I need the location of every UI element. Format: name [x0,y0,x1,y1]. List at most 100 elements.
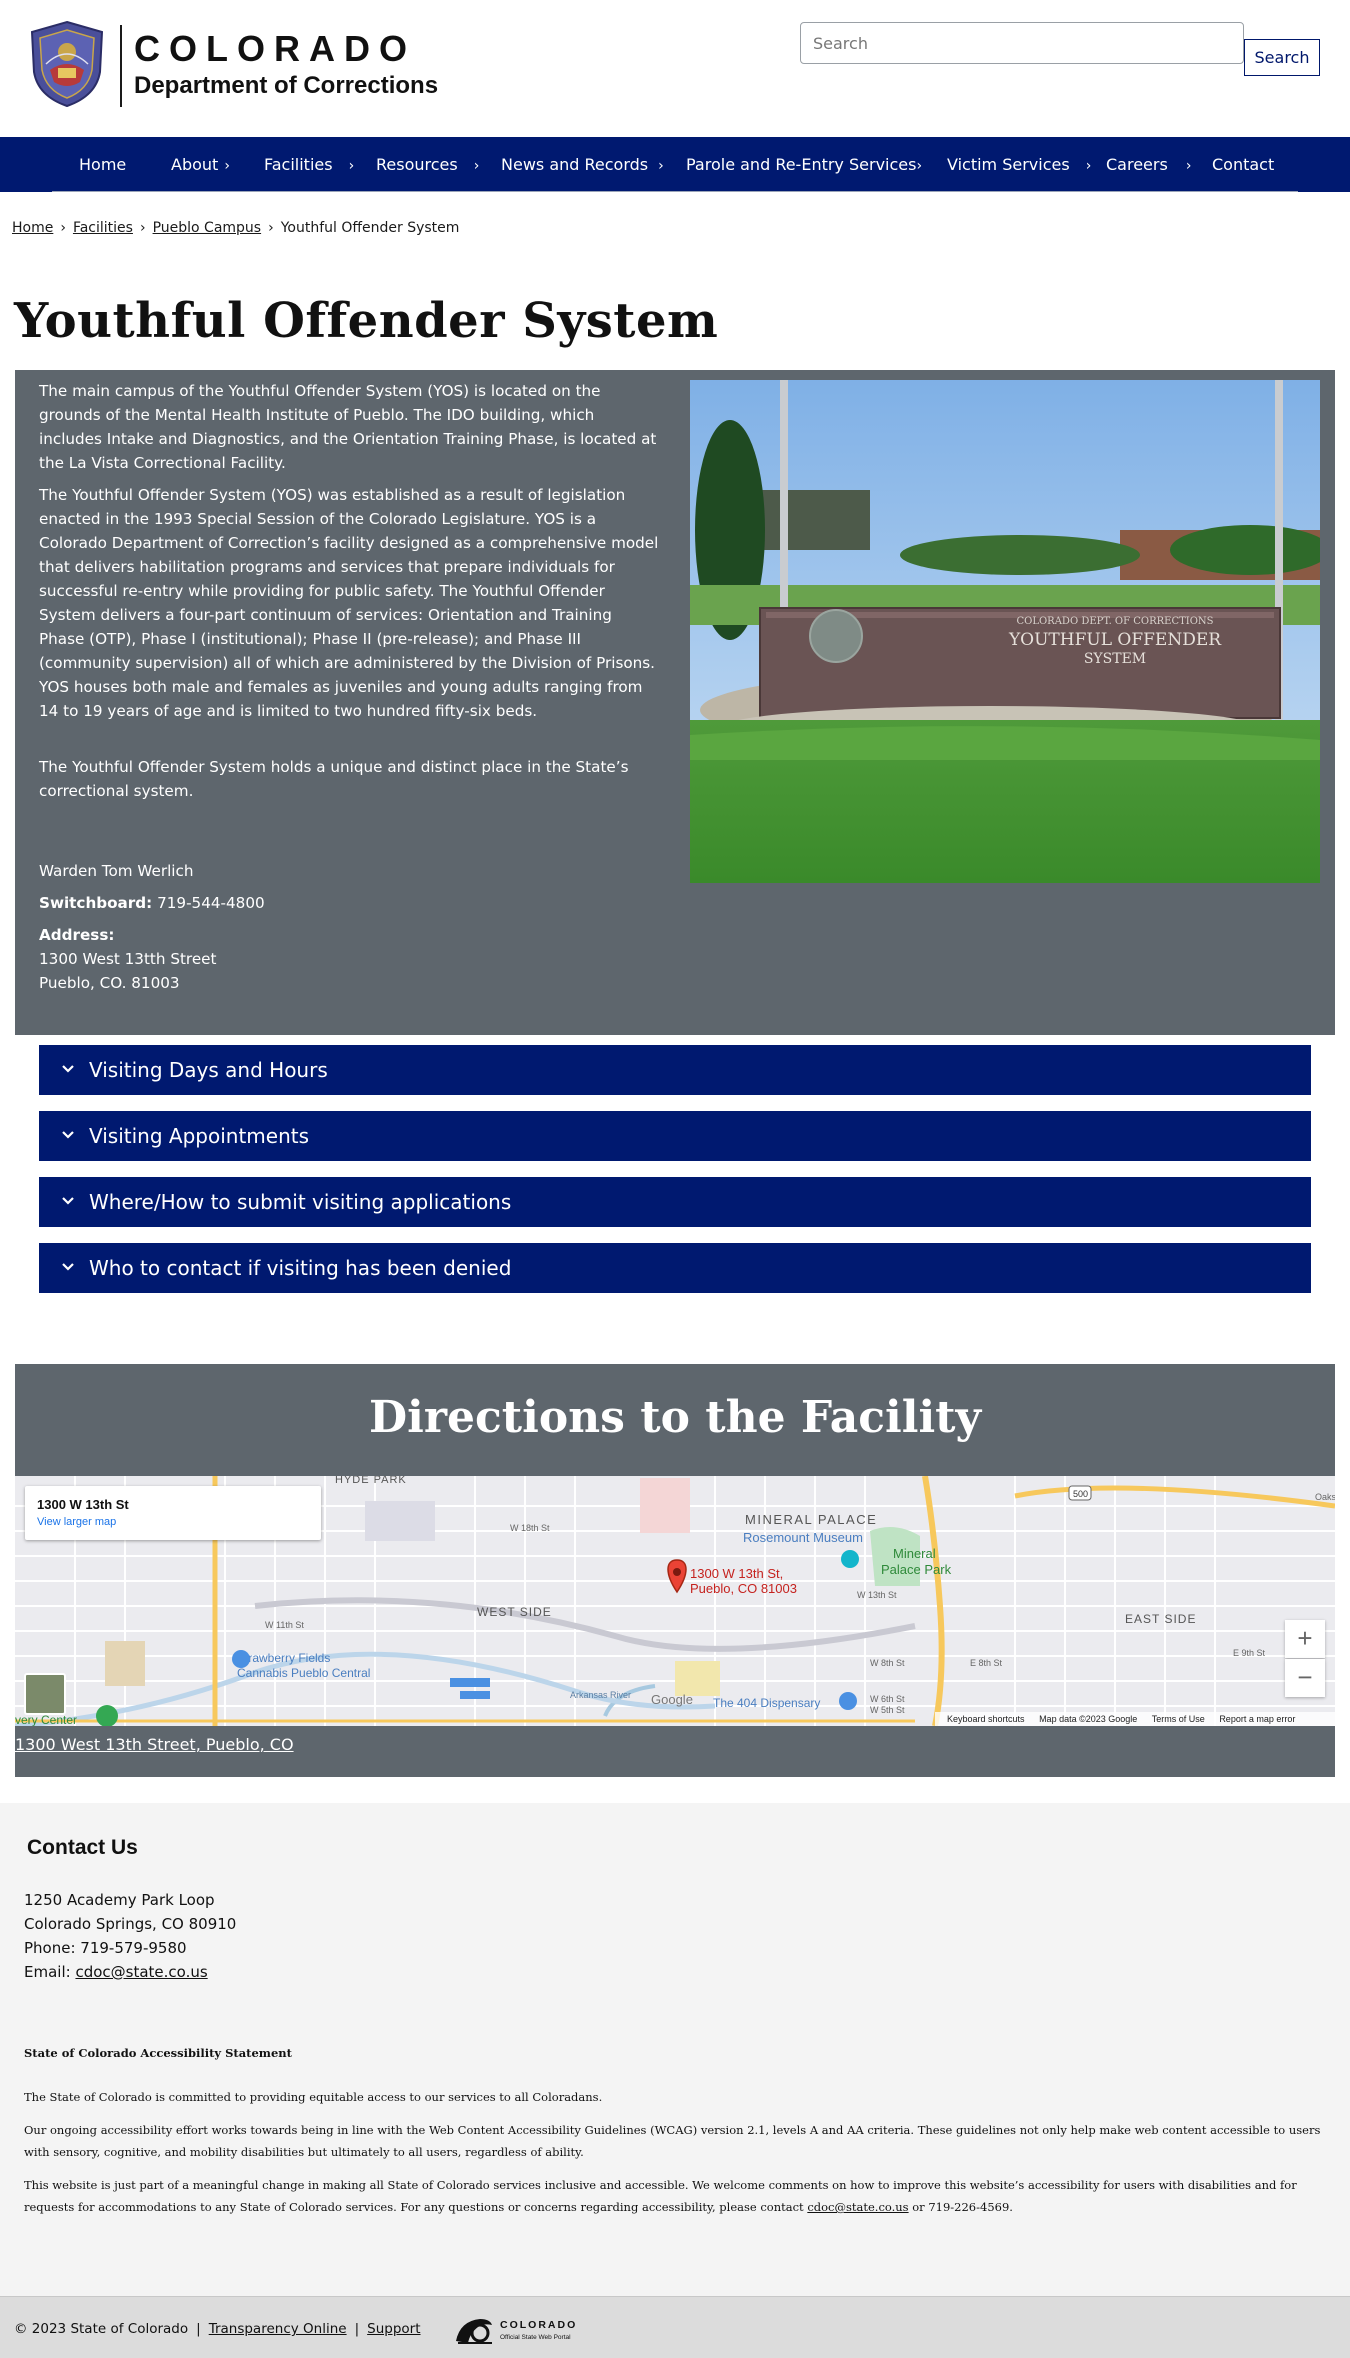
portal-name: COLORADO [500,2319,578,2331]
search-input[interactable] [800,22,1244,64]
nav-item-facilities[interactable]: Facilities › [264,137,354,192]
map-label: Cannabis Pueblo Central [237,1666,370,1680]
directions-section: Directions to the Facility HYDE PARK MIN… [15,1364,1335,1777]
accordion-visiting-days[interactable]: Visiting Days and Hours [39,1045,1311,1095]
colorado-portal-icon [456,2319,492,2344]
breadcrumb-separator: › [60,220,66,236]
keyboard-shortcuts-link[interactable]: Keyboard shortcuts [947,1714,1025,1724]
contact-email: Email: cdoc@state.co.us [24,1960,236,1984]
nav-divider [52,191,1298,192]
nav-item-contact[interactable]: Contact [1212,137,1274,192]
report-map-error-link[interactable]: Report a map error [1219,1714,1295,1724]
contact-phone: Phone: 719-579-9580 [24,1939,187,1957]
nav-item-news-and-records[interactable]: News and Records › [501,137,664,192]
google-map[interactable]: HYDE PARK MINERAL PALACE Rosemount Museu… [15,1476,1335,1726]
copyright: © 2023 State of Colorado | Transparency On… [14,2321,421,2337]
satellite-toggle[interactable] [24,1673,66,1715]
facility-description: The main campus of the Youthful Offender… [39,379,661,995]
breadcrumb-home[interactable]: Home [12,220,53,236]
chevron-right-icon: › [224,158,230,174]
breadcrumb-separator: › [139,220,146,236]
facility-address-link[interactable]: 1300 West 13th Street, Pueblo, CO [15,1735,294,1754]
map-attribution: Keyboard shortcuts Map data ©2023 Google… [935,1712,1335,1726]
email-link[interactable]: cdoc@state.co.us [75,1963,207,1981]
sign-text-line: YOUTHFUL OFFENDER [1008,630,1222,650]
contact-info: 1250 Academy Park Loop Colorado Springs,… [24,1888,236,1984]
map-label: WEST SIDE [477,1605,552,1619]
chevron-right-icon: › [916,158,923,174]
map-info-card: 1300 W 13th St View larger map [25,1486,321,1540]
zoom-in-button[interactable]: + [1285,1620,1325,1658]
sign-text-line: COLORADO DEPT. OF CORRECTIONS [1016,616,1213,627]
nav-item-resources[interactable]: Resources › [376,137,479,192]
contact-address-line: Colorado Springs, CO 80910 [24,1915,237,1933]
map-street-label: W 8th St [870,1658,905,1668]
accessibility-email-link[interactable]: cdoc@state.co.us [807,2200,908,2214]
breadcrumb-pueblo-campus[interactable]: Pueblo Campus [153,220,262,236]
switchboard-label: Switchboard: [39,894,153,912]
terms-of-use-link[interactable]: Terms of Use [1152,1714,1205,1724]
copyright-text: © 2023 State of Colorado [14,2321,189,2337]
brand-department-name[interactable]: Department of Corrections [134,72,438,100]
description-paragraph: The main campus of the Youthful Offender… [39,382,657,472]
main-nav: Home About › Facilities › Resources › News … [0,137,1350,192]
nav-item-parole-and-re-entry[interactable]: Parole and Re-Entry Services› [686,137,922,192]
chevron-right-icon: › [473,158,480,174]
nav-item-careers[interactable]: Careers › [1106,137,1191,192]
address-label: Address: [39,926,115,944]
map-label: Palace Park [881,1562,952,1577]
accordion-visiting-appointments[interactable]: Visiting Appointments [39,1111,1311,1161]
chevron-down-icon [61,1045,75,1116]
map-label: EAST SIDE [1125,1612,1196,1626]
map-label: The 404 Dispensary [713,1696,820,1710]
facility-info-panel: The main campus of the Youthful Offender… [15,370,1335,1035]
breadcrumb-facilities[interactable]: Facilities [73,220,133,236]
description-paragraph: The Youthful Offender System holds a uni… [39,758,629,800]
accessibility-paragraph: The State of Colorado is committed to pr… [24,2090,603,2104]
chevron-right-icon: › [1085,158,1092,174]
warden-name: Warden Tom Werlich [39,862,194,880]
zoom-out-button[interactable]: − [1285,1659,1325,1697]
brand-state-name[interactable]: COLORADO [134,28,416,70]
contact-us-heading: Contact Us [27,1836,138,1859]
directions-title: Directions to the Facility [368,1392,982,1443]
switchboard: Switchboard: 719-544-4800 [39,891,661,915]
map-street-label: W 5th St [870,1705,905,1715]
accordion-visiting-denied-contact[interactable]: Who to contact if visiting has been deni… [39,1243,1311,1293]
chevron-down-icon [61,1243,75,1314]
google-logo: Google [651,1692,693,1707]
map-street-label: W 18th St [510,1523,550,1533]
chevron-down-icon [61,1177,75,1248]
state-web-portal-logo[interactable]: COLORADO Official State Web Portal [454,2315,594,2349]
address-line: 1300 West 13tth Street [39,950,217,968]
email-label: Email: [24,1963,71,1981]
address: Address: 1300 West 13tth Street Pueblo, … [39,923,661,995]
view-larger-map-link[interactable]: View larger map [37,1516,116,1528]
map-label: Arkansas River [570,1690,631,1700]
nav-item-victim-services[interactable]: Victim Services › [947,137,1091,192]
support-link[interactable]: Support [367,2321,420,2337]
accessibility-statement-heading: State of Colorado Accessibility Statemen… [24,2046,292,2060]
page-title: Youthful Offender System [14,293,719,349]
transparency-online-link[interactable]: Transparency Online [209,2321,347,2337]
map-label: Mineral [893,1546,936,1561]
footer-bottom-bar: © 2023 State of Colorado | Transparency On… [0,2296,1350,2358]
accordion-label: Who to contact if visiting has been deni… [89,1256,512,1280]
chevron-right-icon: › [348,158,355,174]
map-data-text: Map data ©2023 Google [1039,1714,1138,1724]
map-street-label: W 11th St [265,1620,304,1630]
accordion-label: Visiting Appointments [89,1124,310,1148]
search-button[interactable]: Search [1244,39,1320,76]
site-header: COLORADO Department of Corrections Searc… [0,0,1350,137]
facility-sign-photo: COLORADO DEPT. OF CORRECTIONS YOUTHFUL O… [690,380,1320,883]
accordion-submit-visiting-applications[interactable]: Where/How to submit visiting application… [39,1177,1311,1227]
pin-label: 1300 W 13th St, [690,1566,783,1581]
map-label: HYDE PARK [335,1476,407,1486]
breadcrumb-separator: › [268,220,274,236]
colorado-seal-icon[interactable] [28,20,106,108]
accordion-label: Where/How to submit visiting application… [89,1190,512,1214]
pin-label: Pueblo, CO 81003 [690,1581,797,1596]
nav-item-home[interactable]: Home [79,137,126,192]
nav-item-about[interactable]: About › [171,137,230,192]
accessibility-statement: The State of Colorado is committed to pr… [24,2086,1324,2229]
